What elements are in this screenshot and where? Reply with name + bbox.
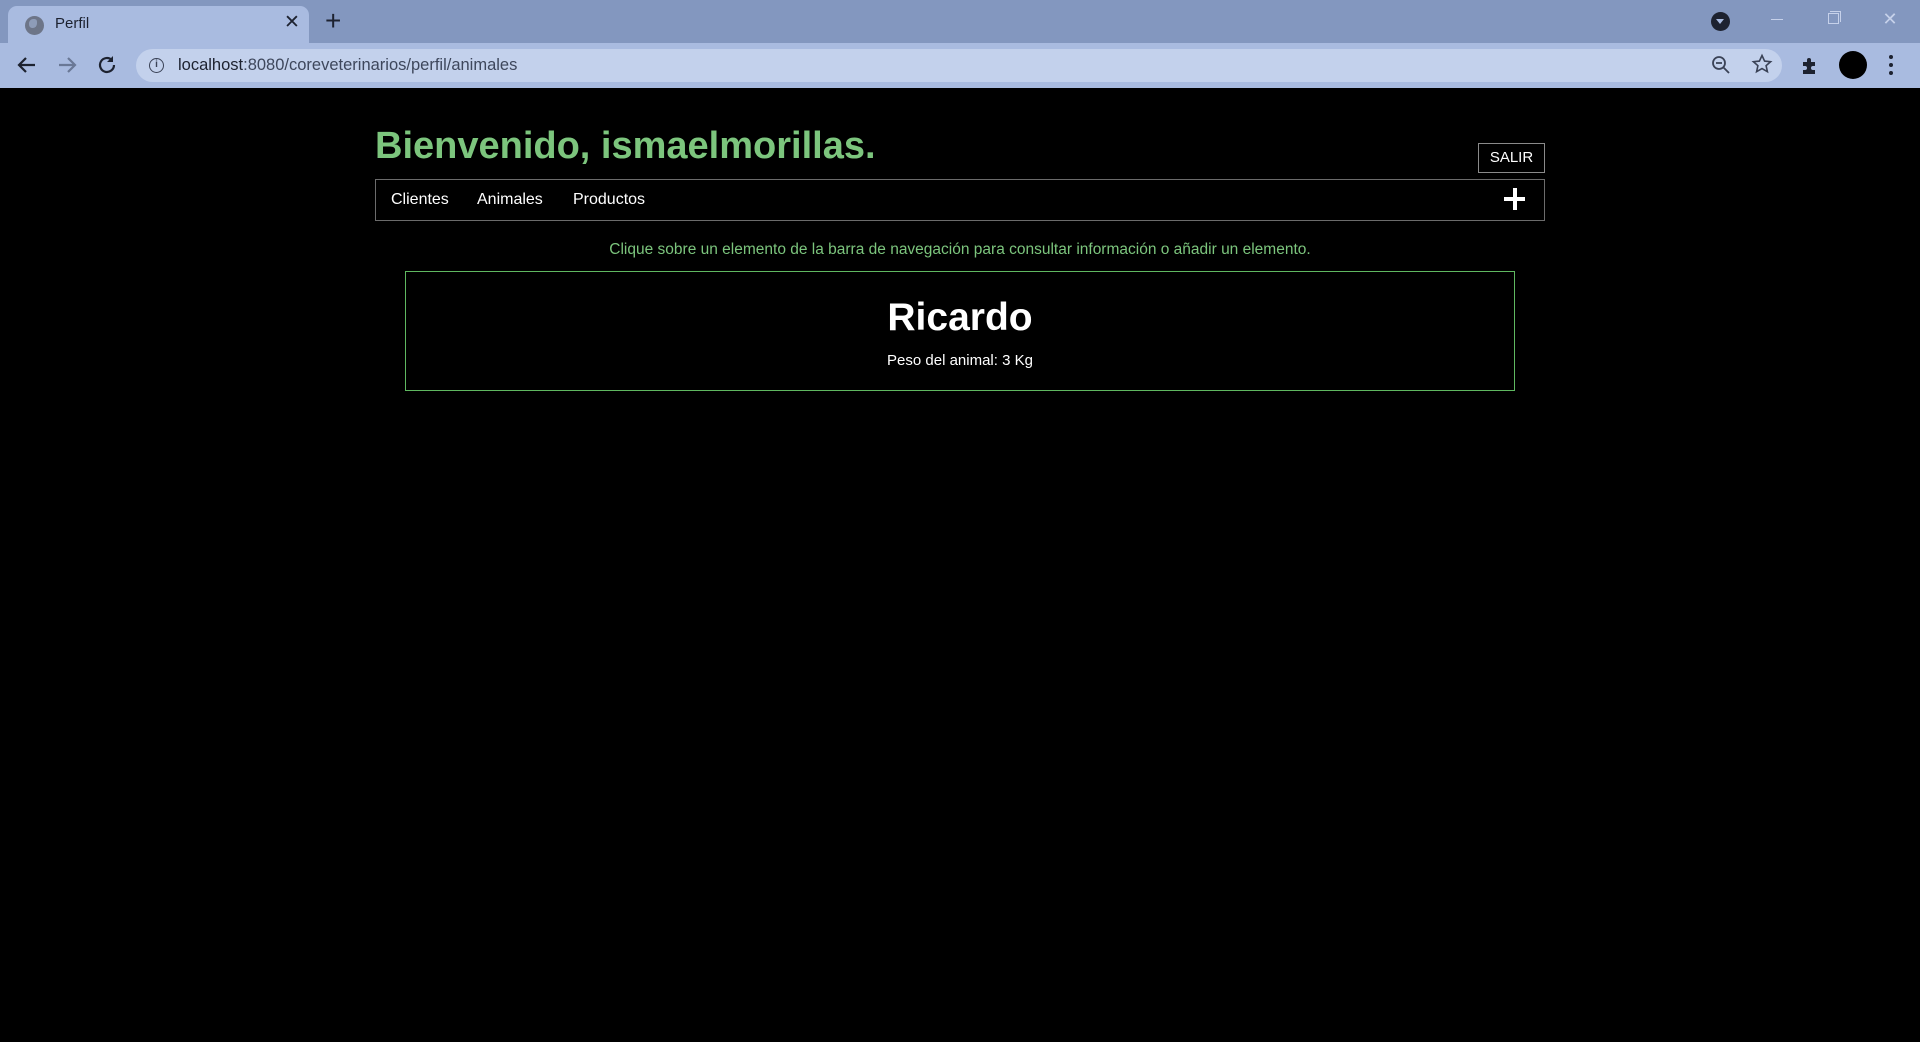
address-bar[interactable]: i localhost:8080/coreveterinarios/perfil…	[136, 49, 1782, 82]
nav-item-animales[interactable]: Animales	[477, 191, 543, 209]
url-text[interactable]: localhost:8080/coreveterinarios/perfil/a…	[178, 56, 517, 75]
animal-name: Ricardo	[887, 296, 1033, 339]
main-navbar: Clientes Animales Productos	[375, 179, 1545, 221]
arrow-right-icon[interactable]	[53, 51, 81, 79]
puzzle-icon[interactable]	[1800, 56, 1820, 76]
window-close-button[interactable]: ✕	[1862, 0, 1918, 38]
nav-item-productos[interactable]: Productos	[573, 191, 645, 209]
browser-tab-strip: Perfil ✕ + ✕	[0, 0, 1920, 43]
new-tab-button[interactable]: +	[325, 6, 341, 36]
globe-icon	[25, 16, 44, 35]
kebab-menu-icon[interactable]	[1889, 53, 1893, 77]
reload-icon[interactable]	[93, 51, 121, 79]
animal-card: Ricardo Peso del animal: 3 Kg	[405, 271, 1515, 391]
restore-button[interactable]	[1805, 0, 1861, 38]
browser-toolbar: i localhost:8080/coreveterinarios/perfil…	[0, 43, 1920, 88]
page-content: Bienvenido, ismaelmorillas. SALIR Client…	[0, 88, 1920, 1042]
tab-title: Perfil	[55, 15, 90, 32]
avatar-icon[interactable]	[1839, 51, 1867, 79]
browser-tab[interactable]: Perfil ✕	[8, 6, 309, 43]
page-title: Bienvenido, ismaelmorillas.	[375, 125, 876, 167]
logout-button[interactable]: SALIR	[1478, 143, 1545, 173]
info-icon[interactable]: i	[149, 58, 164, 73]
zoom-out-icon[interactable]	[1711, 55, 1731, 80]
instructions-text: Clique sobre un elemento de la barra de …	[609, 241, 1311, 258]
minimize-button[interactable]	[1749, 0, 1805, 38]
close-tab-icon[interactable]: ✕	[284, 13, 300, 33]
arrow-left-icon[interactable]	[13, 51, 41, 79]
plus-icon[interactable]	[1500, 182, 1530, 216]
tab-search-icon[interactable]	[1711, 12, 1730, 31]
star-icon[interactable]	[1751, 53, 1773, 81]
animal-weight: Peso del animal: 3 Kg	[887, 352, 1033, 369]
nav-item-clientes[interactable]: Clientes	[391, 191, 449, 209]
